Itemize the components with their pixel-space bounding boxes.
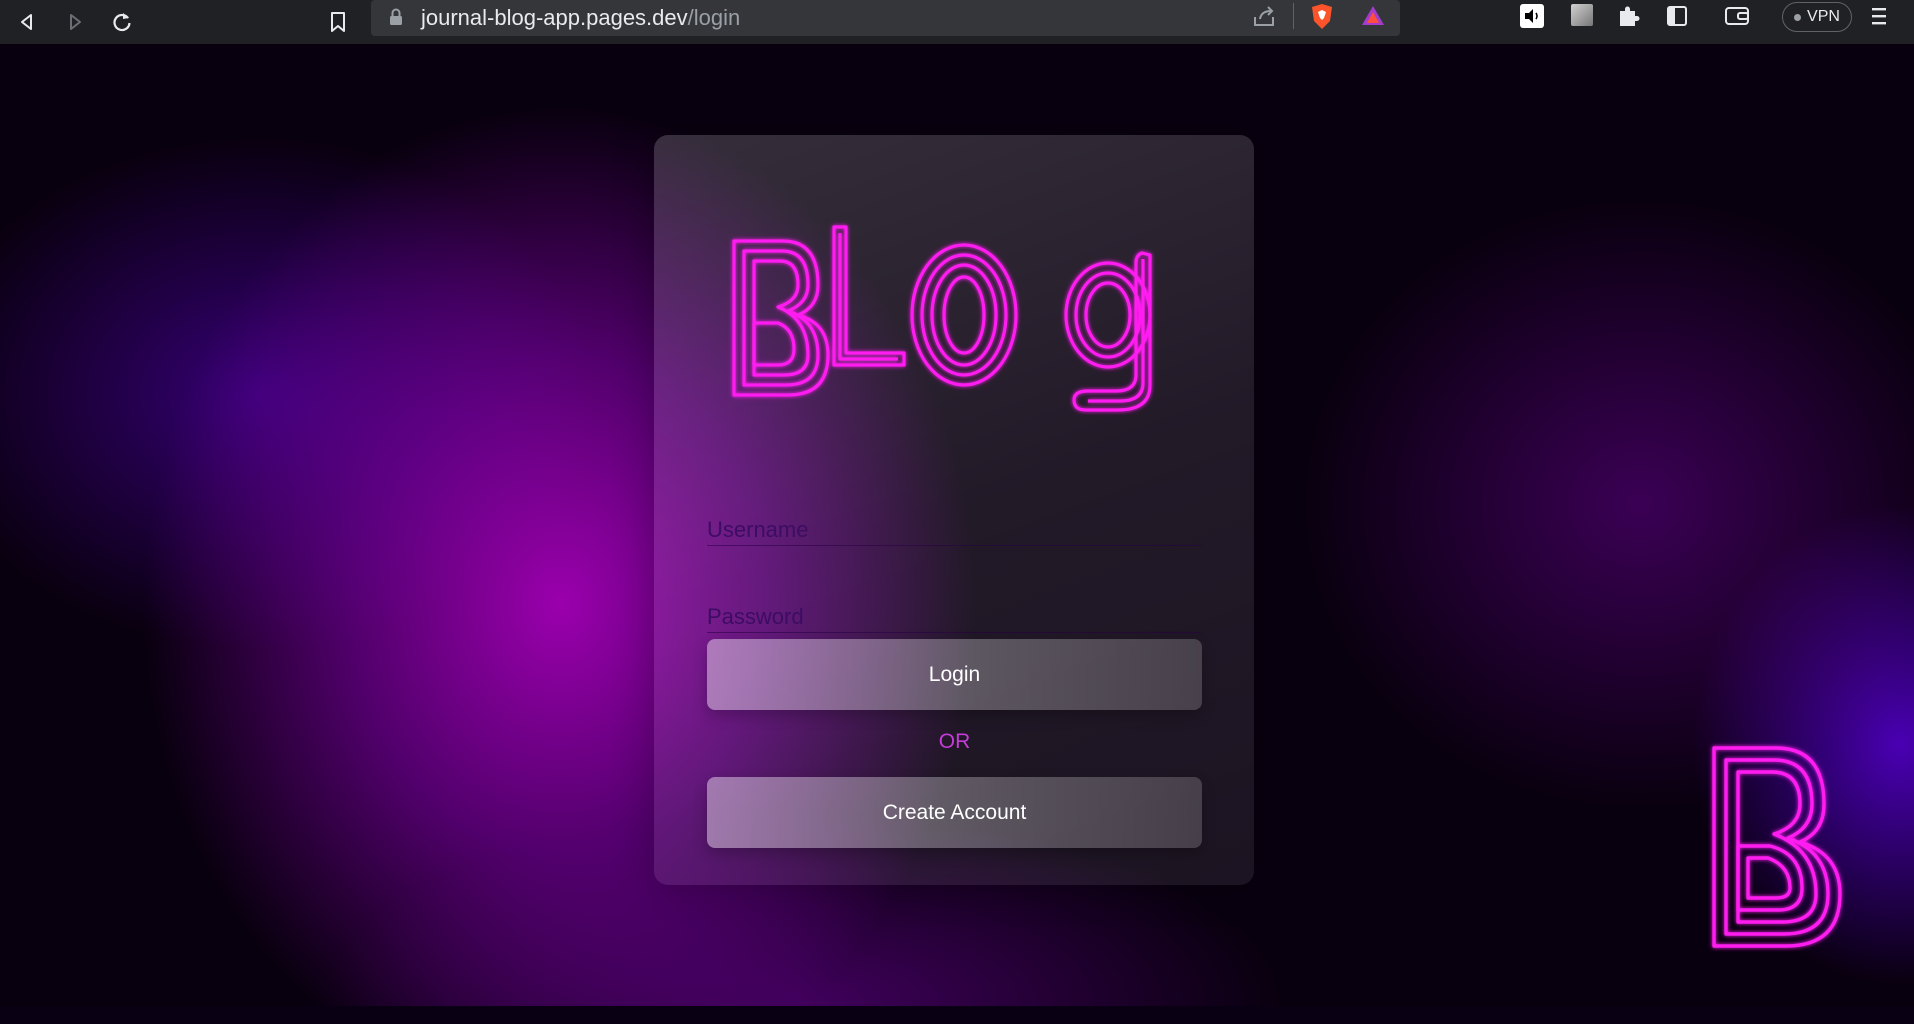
or-divider-text: OR: [938, 730, 971, 753]
back-icon[interactable]: [11, 6, 43, 38]
blog-logo: [728, 215, 1188, 415]
password-field[interactable]: [707, 581, 1202, 642]
vpn-status-dot: [1794, 13, 1802, 21]
create-account-button[interactable]: Create Account: [707, 777, 1202, 848]
forward-icon[interactable]: [59, 6, 91, 38]
wallet-icon[interactable]: [1724, 5, 1750, 32]
vpn-label: VPN: [1807, 8, 1840, 25]
sidebar-icon[interactable]: [1666, 5, 1688, 32]
username-field[interactable]: [707, 494, 1202, 555]
sound-icon[interactable]: [1520, 4, 1544, 28]
bookmark-icon[interactable]: [322, 6, 354, 38]
brave-shield-icon[interactable]: [1310, 3, 1334, 36]
browser-toolbar: journal-blog-app.pages.dev/login VPN: [0, 0, 1914, 44]
page-bottom-strip: [0, 1006, 1914, 1024]
url-host: journal-blog-app.pages.dev: [421, 5, 688, 30]
password-input[interactable]: [707, 581, 1202, 642]
share-icon[interactable]: [1251, 5, 1277, 34]
login-button[interactable]: Login: [707, 639, 1202, 710]
reload-icon[interactable]: [106, 6, 138, 38]
puzzle-icon[interactable]: [1616, 3, 1642, 34]
extension-tile-icon[interactable]: [1571, 4, 1593, 26]
lock-icon[interactable]: [389, 8, 403, 31]
username-input[interactable]: [707, 494, 1202, 555]
url-path: /login: [687, 5, 741, 30]
vpn-button[interactable]: VPN: [1782, 2, 1852, 32]
menu-icon[interactable]: [1870, 5, 1888, 32]
corner-b-logo: [1706, 742, 1846, 952]
url-divider: [1293, 3, 1294, 29]
brave-rewards-icon[interactable]: [1360, 4, 1386, 33]
url-text: journal-blog-app.pages.dev/login: [421, 6, 740, 30]
